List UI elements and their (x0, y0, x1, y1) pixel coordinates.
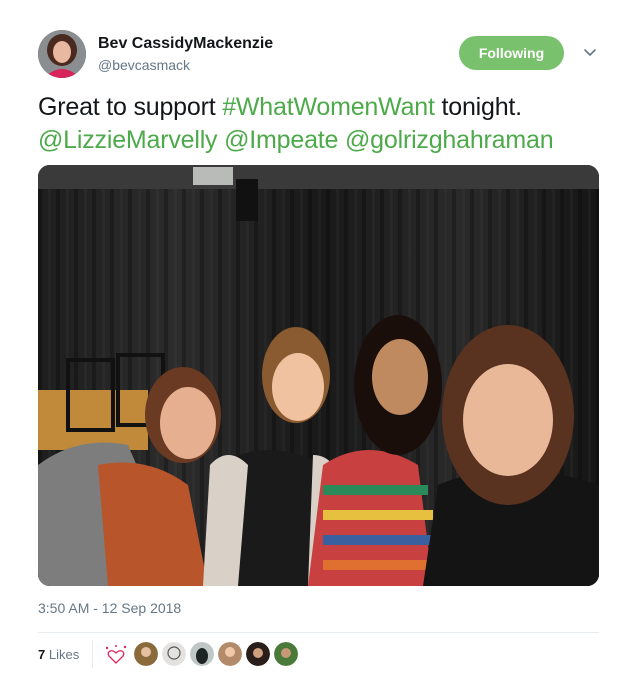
liker-avatar[interactable] (218, 642, 242, 666)
chevron-down-icon[interactable] (583, 45, 597, 59)
following-button[interactable]: Following (459, 36, 564, 70)
mention-link[interactable]: @golrizghahraman (345, 126, 554, 154)
mention-link[interactable]: @LizzieMarvelly (38, 126, 218, 154)
profile-photo (38, 30, 86, 78)
stats-divider (38, 632, 599, 633)
liker-avatar[interactable] (246, 642, 270, 666)
tweet-text: Great to support #WhatWomenWant tonight.… (38, 91, 608, 157)
mention-link[interactable]: @Impeate (224, 126, 338, 154)
likes-label: Likes (45, 647, 80, 662)
liker-avatar[interactable] (162, 642, 186, 666)
author-avatar[interactable] (38, 30, 86, 78)
author-handle[interactable]: @bevcasmack (98, 57, 190, 73)
tweet-photo[interactable] (38, 165, 599, 586)
liker-avatar[interactable] (274, 642, 298, 666)
photo-image (38, 165, 599, 586)
tweet-text-mid: tonight. (434, 93, 523, 121)
liker-avatar[interactable] (190, 642, 214, 666)
likes-separator (92, 640, 93, 668)
heart-burst-icon (105, 645, 127, 664)
author-display-name[interactable]: Bev CassidyMackenzie (98, 35, 273, 53)
tweet-text-prefix: Great to support (38, 93, 223, 121)
likes-count[interactable]: 7 Likes (38, 647, 79, 662)
liker-avatar[interactable] (134, 642, 158, 666)
tweet-card: Bev CassidyMackenzie @bevcasmack Followi… (0, 0, 635, 677)
hashtag-link[interactable]: #WhatWomenWant (222, 93, 435, 121)
tweet-timestamp[interactable]: 3:50 AM - 12 Sep 2018 (38, 600, 181, 616)
likers-list (134, 642, 298, 666)
